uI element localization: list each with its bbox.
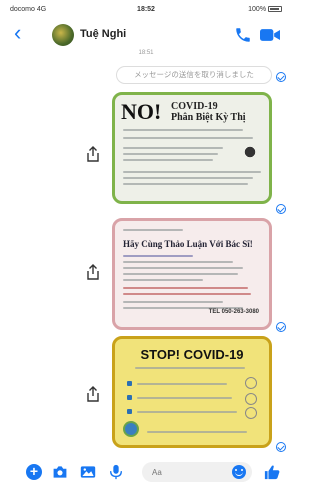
sent-check-icon xyxy=(276,72,286,82)
sent-check-icon xyxy=(276,204,286,214)
blurred-text-line xyxy=(123,183,248,185)
card-subtitle-line2: Phân Biệt Kỳ Thị xyxy=(171,112,246,123)
blurred-text-line xyxy=(123,147,223,149)
contact-name[interactable]: Tuệ Nghi xyxy=(80,28,126,40)
info-icon xyxy=(245,407,257,419)
info-icon xyxy=(245,377,257,389)
blurred-text-line xyxy=(123,255,193,257)
gallery-icon[interactable] xyxy=(80,464,96,480)
blurred-text-line xyxy=(123,171,261,173)
card-phone: TEL 050-263-3080 xyxy=(208,309,259,315)
bullet-icon xyxy=(127,395,132,400)
video-call-icon[interactable] xyxy=(260,28,280,42)
camera-icon[interactable] xyxy=(52,464,68,480)
battery-percent: 100% xyxy=(248,6,267,13)
message-composer: + xyxy=(0,458,292,487)
info-icon xyxy=(245,393,257,405)
share-icon[interactable] xyxy=(86,264,100,280)
card-title: STOP! COVID-19 xyxy=(140,347,244,362)
card-title: NO! xyxy=(121,99,162,124)
blurred-text-line xyxy=(123,153,218,155)
sent-check-icon xyxy=(276,442,286,452)
blurred-text-line xyxy=(137,383,227,385)
share-icon[interactable] xyxy=(86,146,100,162)
card-title: Hãy Cùng Thảo Luận Với Bác Sĩ! xyxy=(123,239,253,249)
blurred-text-line xyxy=(123,293,251,295)
plus-icon[interactable]: + xyxy=(26,464,42,480)
image-message-stop-covid[interactable]: STOP! COVID-19 xyxy=(112,336,272,448)
back-chevron-icon[interactable]: ‹ xyxy=(14,22,21,44)
card-subtitle: COVID-19 Phân Biệt Kỳ Thị xyxy=(171,101,246,123)
chat-header: ‹ Tuệ Nghi xyxy=(0,18,292,52)
blurred-text-line xyxy=(135,367,245,369)
blurred-text-line xyxy=(123,177,253,179)
blurred-text-line xyxy=(123,129,243,131)
blurred-text-line xyxy=(137,411,237,413)
blurred-text-line xyxy=(123,287,248,289)
phone-icon[interactable] xyxy=(234,26,252,44)
card-subtitle-line1: COVID-19 xyxy=(171,101,218,112)
bullet-icon xyxy=(127,409,132,414)
blurred-text-line xyxy=(123,267,243,269)
thumbs-up-icon[interactable] xyxy=(264,464,280,480)
sent-check-icon xyxy=(276,322,286,332)
battery-icon xyxy=(268,6,282,13)
avatar[interactable] xyxy=(52,24,74,46)
blurred-text-line xyxy=(137,397,232,399)
blurred-text-line xyxy=(123,273,238,275)
virus-icon xyxy=(241,143,259,161)
share-icon[interactable] xyxy=(86,386,100,402)
bullet-icon xyxy=(127,381,132,386)
battery-status: 100% xyxy=(248,6,282,13)
microphone-icon[interactable] xyxy=(108,464,124,480)
blurred-text-line xyxy=(123,137,253,139)
status-bar: docomo 4G 18:52 100% xyxy=(0,0,292,18)
blurred-text-line xyxy=(147,431,247,433)
blurred-text-line xyxy=(123,301,223,303)
image-message-covid-no-discrimination[interactable]: NO! COVID-19 Phân Biệt Kỳ Thị xyxy=(112,92,272,204)
emoji-icon[interactable] xyxy=(232,465,246,479)
organization-logo xyxy=(123,421,139,437)
blurred-text-line xyxy=(123,261,233,263)
blurred-text-line xyxy=(123,159,213,161)
image-message-talk-to-doctor[interactable]: Hãy Cùng Thảo Luận Với Bác Sĩ! TEL 050-2… xyxy=(112,218,272,330)
message-timestamp: 18:51 xyxy=(138,50,154,56)
unsent-notice[interactable]: メッセージの送信を取り消しました xyxy=(116,66,272,84)
blurred-text-line xyxy=(123,229,183,231)
blurred-text-line xyxy=(123,279,203,281)
